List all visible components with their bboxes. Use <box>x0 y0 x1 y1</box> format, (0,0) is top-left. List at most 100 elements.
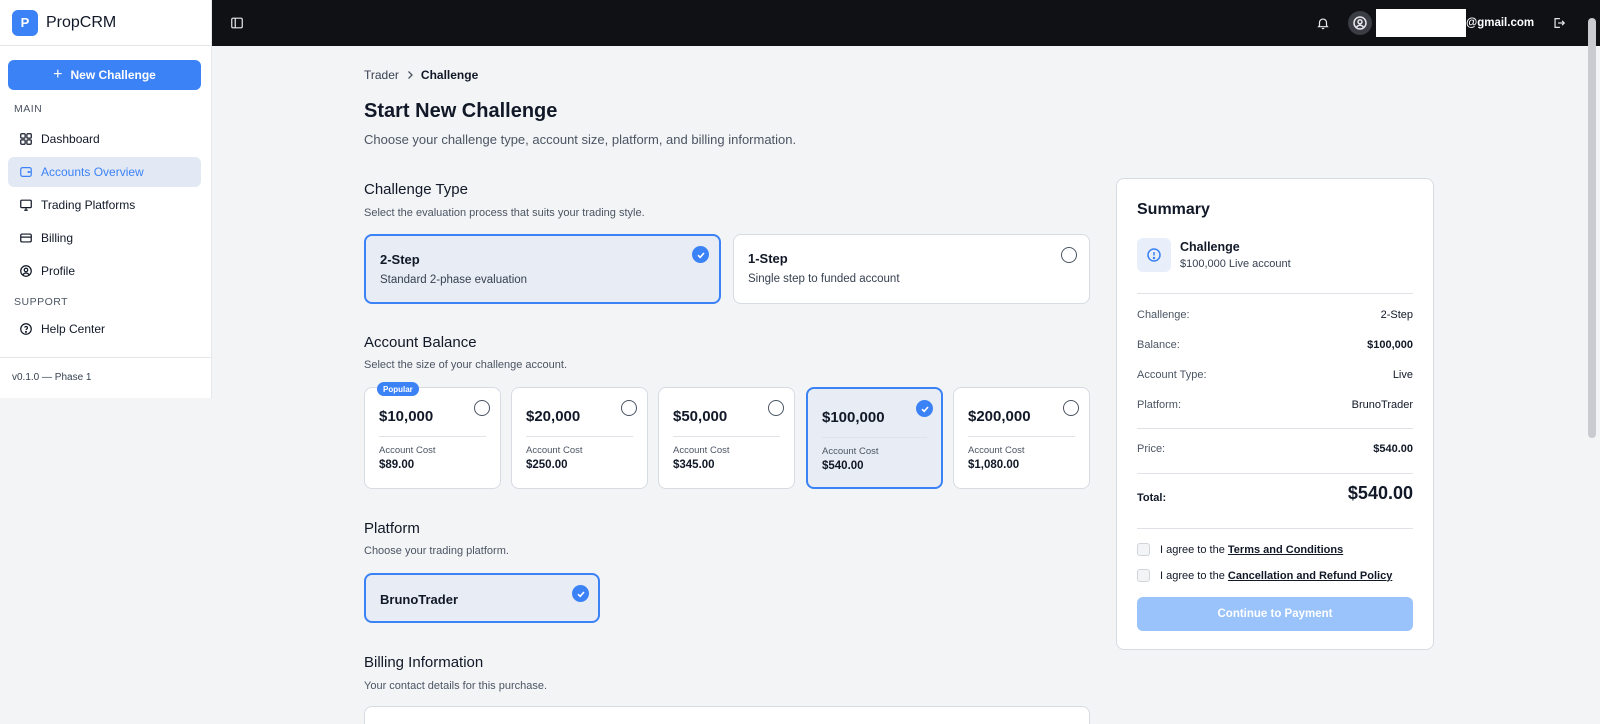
account-cost-value: $250.00 <box>526 459 568 471</box>
breadcrumb: Trader Challenge <box>364 68 478 82</box>
section-label-support: SUPPORT <box>14 296 69 308</box>
popular-badge: Popular <box>377 382 419 396</box>
sidebar-item-accounts-overview[interactable]: Accounts Overview <box>8 157 201 187</box>
breadcrumb-parent[interactable]: Trader <box>364 68 399 82</box>
price-label: Price: <box>1137 443 1166 455</box>
balance-option-50000[interactable]: $50,000 Account Cost $345.00 <box>658 387 795 489</box>
billing-form-card <box>364 706 1090 724</box>
sidebar-item-help-center[interactable]: Help Center <box>8 314 201 344</box>
option-title: 2-Step <box>380 252 420 267</box>
account-cost-value: $540.00 <box>822 460 864 472</box>
summary-row-value: 2-Step <box>1380 309 1413 321</box>
challenge-type-title: Challenge Type <box>364 181 468 198</box>
challenge-type-option-2-step[interactable]: 2-Step Standard 2-phase evaluation <box>364 234 721 304</box>
balance-option-10000[interactable]: $10,000 Account Cost $89.00 <box>364 387 501 489</box>
divider <box>673 436 780 437</box>
summary-row-label: Challenge: <box>1137 309 1190 321</box>
refund-policy-link[interactable]: Cancellation and Refund Policy <box>1228 570 1392 582</box>
plus-icon: + <box>53 66 63 83</box>
summary-challenge-title: Challenge <box>1180 240 1240 254</box>
new-challenge-label: New Challenge <box>70 68 156 82</box>
balance-option-20000[interactable]: $20,000 Account Cost $250.00 <box>511 387 648 489</box>
account-cost-label: Account Cost <box>673 445 730 456</box>
terms-link[interactable]: Terms and Conditions <box>1228 544 1343 556</box>
chevron-right-icon <box>407 71 413 79</box>
platform-title: Platform <box>364 520 420 537</box>
option-description: Standard 2-phase evaluation <box>380 274 528 286</box>
credit-card-icon <box>20 233 32 243</box>
new-challenge-button[interactable]: + New Challenge <box>8 60 201 90</box>
balance-option-200000[interactable]: $200,000 Account Cost $1,080.00 <box>953 387 1090 489</box>
account-cost-value: $1,080.00 <box>968 459 1020 471</box>
balance-amount: $100,000 <box>822 409 885 426</box>
sidebar-item-label: Help Center <box>41 322 106 336</box>
refund-checkbox[interactable] <box>1137 569 1150 582</box>
grid-icon <box>20 133 32 145</box>
page-subtitle: Choose your challenge type, account size… <box>364 132 797 147</box>
summary-panel: Summary Challenge $100,000 Live account … <box>1116 178 1434 650</box>
balance-amount: $50,000 <box>673 408 728 425</box>
brand-name: PropCRM <box>46 13 117 31</box>
balance-amount: $200,000 <box>968 408 1031 425</box>
challenge-type-option-1-step[interactable]: 1-Step Single step to funded account <box>733 234 1090 304</box>
scrollbar[interactable] <box>1588 18 1596 438</box>
divider <box>526 436 633 437</box>
divider <box>379 436 486 437</box>
summary-title: Summary <box>1137 201 1210 218</box>
check-circle-icon <box>916 400 933 417</box>
brand[interactable]: P PropCRM <box>0 0 211 46</box>
divider <box>1137 293 1413 294</box>
account-cost-value: $89.00 <box>379 459 415 471</box>
divider <box>1137 428 1413 429</box>
help-circle-icon <box>20 323 32 335</box>
radio-icon <box>768 400 784 416</box>
version-label: v0.1.0 — Phase 1 <box>0 357 211 397</box>
sidebar-item-label: Dashboard <box>41 132 100 146</box>
summary-row-value: $100,000 <box>1367 339 1413 351</box>
breadcrumb-current: Challenge <box>420 68 479 82</box>
avatar[interactable] <box>1348 11 1372 35</box>
topbar: @gmail.com <box>212 0 1600 46</box>
account-cost-label: Account Cost <box>822 446 879 457</box>
continue-to-payment-button[interactable]: Continue to Payment <box>1137 597 1413 631</box>
email-redaction <box>1376 9 1466 37</box>
total-value: $540.00 <box>1347 483 1413 503</box>
radio-icon <box>1061 247 1077 263</box>
logout-icon[interactable] <box>1552 16 1566 30</box>
sidebar-toggle-icon[interactable] <box>230 16 244 30</box>
sidebar-item-trading-platforms[interactable]: Trading Platforms <box>8 190 201 220</box>
sidebar-item-label: Accounts Overview <box>41 165 144 179</box>
sidebar: P PropCRM + New Challenge MAIN Dashboard… <box>0 0 212 398</box>
terms-checkbox[interactable] <box>1137 543 1150 556</box>
radio-icon <box>474 400 490 416</box>
page-title: Start New Challenge <box>364 100 558 122</box>
platform-option-brunotrader[interactable]: BrunoTrader <box>364 573 600 623</box>
bell-icon[interactable] <box>1316 16 1330 30</box>
divider <box>1137 473 1413 474</box>
divider <box>1137 528 1413 529</box>
radio-icon <box>1063 400 1079 416</box>
account-balance-subtitle: Select the size of your challenge accoun… <box>364 359 568 371</box>
sidebar-item-billing[interactable]: Billing <box>8 223 201 253</box>
summary-row-label: Platform: <box>1137 399 1182 411</box>
platform-name: BrunoTrader <box>380 592 459 607</box>
summary-row-value: BrunoTrader <box>1351 399 1413 411</box>
summary-row-balance: Balance: $100,000 <box>1137 339 1413 351</box>
check-circle-icon <box>692 246 709 263</box>
sidebar-item-label: Billing <box>41 231 74 245</box>
account-cost-label: Account Cost <box>379 445 436 456</box>
balance-option-100000[interactable]: $100,000 Account Cost $540.00 <box>806 387 943 489</box>
info-icon <box>1137 238 1171 272</box>
sidebar-item-dashboard[interactable]: Dashboard <box>8 124 201 154</box>
sidebar-item-profile[interactable]: Profile <box>8 256 201 286</box>
summary-row-account-type: Account Type: Live <box>1137 369 1413 381</box>
price-value: $540.00 <box>1373 443 1413 455</box>
option-description: Single step to funded account <box>748 273 900 285</box>
account-cost-label: Account Cost <box>526 445 583 456</box>
platform-subtitle: Choose your trading platform. <box>364 545 509 557</box>
user-circle-icon <box>20 265 32 277</box>
agree-prefix: I agree to the <box>1160 543 1225 556</box>
monitor-icon <box>20 199 32 211</box>
summary-challenge-subtitle: $100,000 Live account <box>1180 258 1291 270</box>
agree-terms: I agree to the Terms and Conditions <box>1137 543 1343 556</box>
